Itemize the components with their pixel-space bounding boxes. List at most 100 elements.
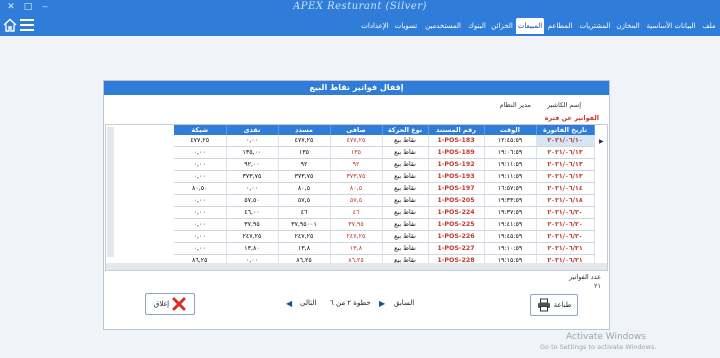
print-button[interactable]: طباعة [530,294,578,316]
table-row[interactable]: ٨٠,٥٠ ٠,٠٠ ٨٠,٥ ٨٠,٥ نقاط بيع 1-POS-197 ١٦:٥٧:… [174,182,595,195]
cell-cash: ٥٧,٥٠ [226,194,279,207]
horizontal-scrollbar[interactable] [106,263,607,270]
cell-movement-type: نقاط بيع [382,182,429,195]
table-row[interactable]: ٠,٠٠ ٢٤٧,٢٥ ٢٤٧,٢٥ ٢٤٧,٢٥ نقاط بيع 1-POS-226 ١… [174,230,595,243]
printer-icon [537,298,550,312]
table-row[interactable]: ٠,٠٠ ٥٧,٥٠ ٥٧,٥ ٥٧,٥ نقاط بيع 1-POS-205 ١٩:٣٣:… [174,194,595,207]
cell-movement-type: نقاط بيع [382,242,429,255]
cell-network: ٠,٠٠ [174,206,227,219]
col-header-invoice-date[interactable]: تاريخ الفاتورة [536,125,595,135]
maximize-window-button[interactable]: □ [20,0,36,14]
dialog-title: إقفال فواتير نقاط البيع [104,81,609,95]
table-row[interactable]: ٠,٠٠ ٩٢,٠٠ ٩٢ ٩٢ نقاط بيع 1-POS-192 ١٩:١١:٥٩ ٢٠… [174,158,595,171]
activate-windows-subtitle: Go to Settings to activate Windows. [540,343,657,351]
cell-cash: ١٣,٨٠ [226,242,279,255]
table-row[interactable]: ٠,٠٠ ٤٦,٠٠ ٤٦ ٤٦ نقاط بيع 1-POS-224 ١٩:٣٧:٥٩ ٢٠… [174,206,595,219]
vertical-scrollbar[interactable] [107,127,114,257]
invoices-grid[interactable]: شبكة نقدى مسدد صافى نوع الحركة رقم المست… [105,124,608,271]
home-icon[interactable] [2,17,18,33]
menu-file[interactable]: ملف [702,18,716,34]
cell-net: ٤٧٧,٢٥ [330,135,383,147]
cell-cash: ٤٦,٠٠ [226,206,279,219]
cell-cash: ٢٤٧,٢٥ [226,230,279,243]
cell-paid: ٢٤٧,٢٥ [278,230,331,243]
next-button[interactable]: التالى [300,299,316,307]
close-window-button[interactable]: ✕ [3,0,19,14]
cell-paid: ٤٦ [278,206,331,219]
col-header-cash[interactable]: نقدى [226,125,279,135]
current-row-pointer-icon: ▶ [599,138,604,145]
cell-invoice-date: ٢٠٢١/٠٦/٢١ [536,242,595,255]
menu-treasuries[interactable]: الخزائن [490,18,514,34]
previous-arrow-icon[interactable]: ▶ [379,299,385,308]
cell-net: ١٣٥ [330,146,383,159]
cell-movement-type: نقاط بيع [382,170,429,183]
cell-document-number: 1-POS-193 [428,170,485,183]
cell-invoice-date: ٢٠٢١/٠٦/١٣ [536,158,595,171]
cell-time: ١٩:١١:٥٩ [484,170,537,183]
next-arrow-icon[interactable]: ◀ [286,299,292,308]
cell-movement-type: نقاط بيع [382,135,429,147]
menu-users[interactable]: المستخدمين [422,18,464,34]
menu-stores[interactable]: المخازن [616,18,640,34]
cell-net: ٣٧٣,٧٥ [330,170,383,183]
cell-document-number: 1-POS-205 [428,194,485,207]
invoices-table: شبكة نقدى مسدد صافى نوع الحركة رقم المست… [174,125,595,270]
menu-settings[interactable]: الإعدادات [360,18,390,34]
cell-movement-type: نقاط بيع [382,158,429,171]
close-button[interactable]: إغلاق [145,293,195,315]
table-row[interactable]: ٤٧٧,٢٥ ٠,٠٠ ٤٧٧,٢٥ ٤٧٧,٢٥ نقاط بيع 1-POS-183 ١… [174,135,595,147]
close-button-label: إغلاق [153,300,170,308]
menu-bar: ملف البيانات الأساسية المخازن المشتريات … [0,14,720,36]
cell-invoice-date: ٢٠٢١/٠٦/٢٠ [536,218,595,231]
cell-invoice-date: ٢٠٢١/٠٦/١٣ [536,170,595,183]
cell-time: ١٢:٤٥:٥٩ [484,135,537,147]
menu-sales[interactable]: المبيعات [516,18,544,34]
col-header-net[interactable]: صافى [330,125,383,135]
col-header-network[interactable]: شبكة [174,125,227,135]
cell-time: ١٦:٥٧:٥٩ [484,182,537,195]
table-row[interactable]: ٠,٠٠ ١٣٥,٠٠ ١٣٥ ١٣٥ نقاط بيع 1-POS-189 ١٩:٠٦:٥… [174,146,595,159]
cell-movement-type: نقاط بيع [382,146,429,159]
activate-windows-title: Activate Windows [566,332,646,342]
cell-paid: ٤٧٧,٢٥ [278,135,331,147]
period-section-label: الفواتير عن فترة [544,114,599,122]
cell-movement-type: نقاط بيع [382,218,429,231]
cell-cash: ٠,٠٠ [226,135,279,147]
table-row[interactable]: ٠,٠٠ ٣٧٣,٧٥ ٣٧٣,٧٥ ٣٧٣,٧٥ نقاط بيع 1-POS-193 ١… [174,170,595,183]
cell-time: ١٩:٤١:٥٩ [484,218,537,231]
cell-paid: ٩٢ [278,158,331,171]
menu-adjustments[interactable]: تسويات [394,18,418,34]
hamburger-menu-icon[interactable] [20,19,34,31]
cell-invoice-date: ٢٠٢١/٠٦/١٨ [536,194,595,207]
col-header-paid[interactable]: مسدد [278,125,331,135]
cell-cash: ٣٧٣,٧٥ [226,170,279,183]
cashier-value[interactable]: مدير النظام [500,101,531,109]
col-header-document-number[interactable]: رقم المستند [428,125,485,135]
cell-paid: ١٣٥ [278,146,331,159]
window-title: APEX Resturant (Silver) [293,1,427,12]
col-header-movement-type[interactable]: نوع الحركة [382,125,429,135]
cell-network: ٠,٠٠ [174,158,227,171]
menu-restaurants[interactable]: المطاعم [546,18,574,34]
cell-net: ١٣,٨ [330,242,383,255]
menu-basic-data[interactable]: البيانات الأساسية [644,18,698,34]
cell-paid: ٨٠,٥ [278,182,331,195]
cell-time: ١٩:١٠:٥٩ [484,242,537,255]
menu-purchases[interactable]: المشتريات [578,18,612,34]
previous-button[interactable]: السابق [394,299,414,307]
table-row[interactable]: ٠,٠٠ ٣٧,٩٥ ٣٧,٩٥٠٠١ ٣٧,٩٥ نقاط بيع 1-POS-225 ١… [174,218,595,231]
cell-network: ٠,٠٠ [174,146,227,159]
minimize-window-button[interactable]: ‒ [37,0,53,14]
cell-network: ٠,٠٠ [174,218,227,231]
cell-document-number: 1-POS-224 [428,206,485,219]
cell-document-number: 1-POS-192 [428,158,485,171]
cell-document-number: 1-POS-225 [428,218,485,231]
col-header-time[interactable]: الوقت [484,125,537,135]
invoice-count-value: ٢١ [594,282,601,290]
print-button-label: طباعة [553,301,572,309]
cell-network: ٨٠,٥٠ [174,182,227,195]
menu-banks[interactable]: البنوك [467,18,487,34]
table-row[interactable]: ٠,٠٠ ١٣,٨٠ ١٣,٨ ١٣,٨ نقاط بيع 1-POS-227 ١٩:١٠:… [174,242,595,255]
close-pos-invoices-dialog: إقفال فواتير نقاط البيع إسم الكاشير مدير… [103,80,610,330]
